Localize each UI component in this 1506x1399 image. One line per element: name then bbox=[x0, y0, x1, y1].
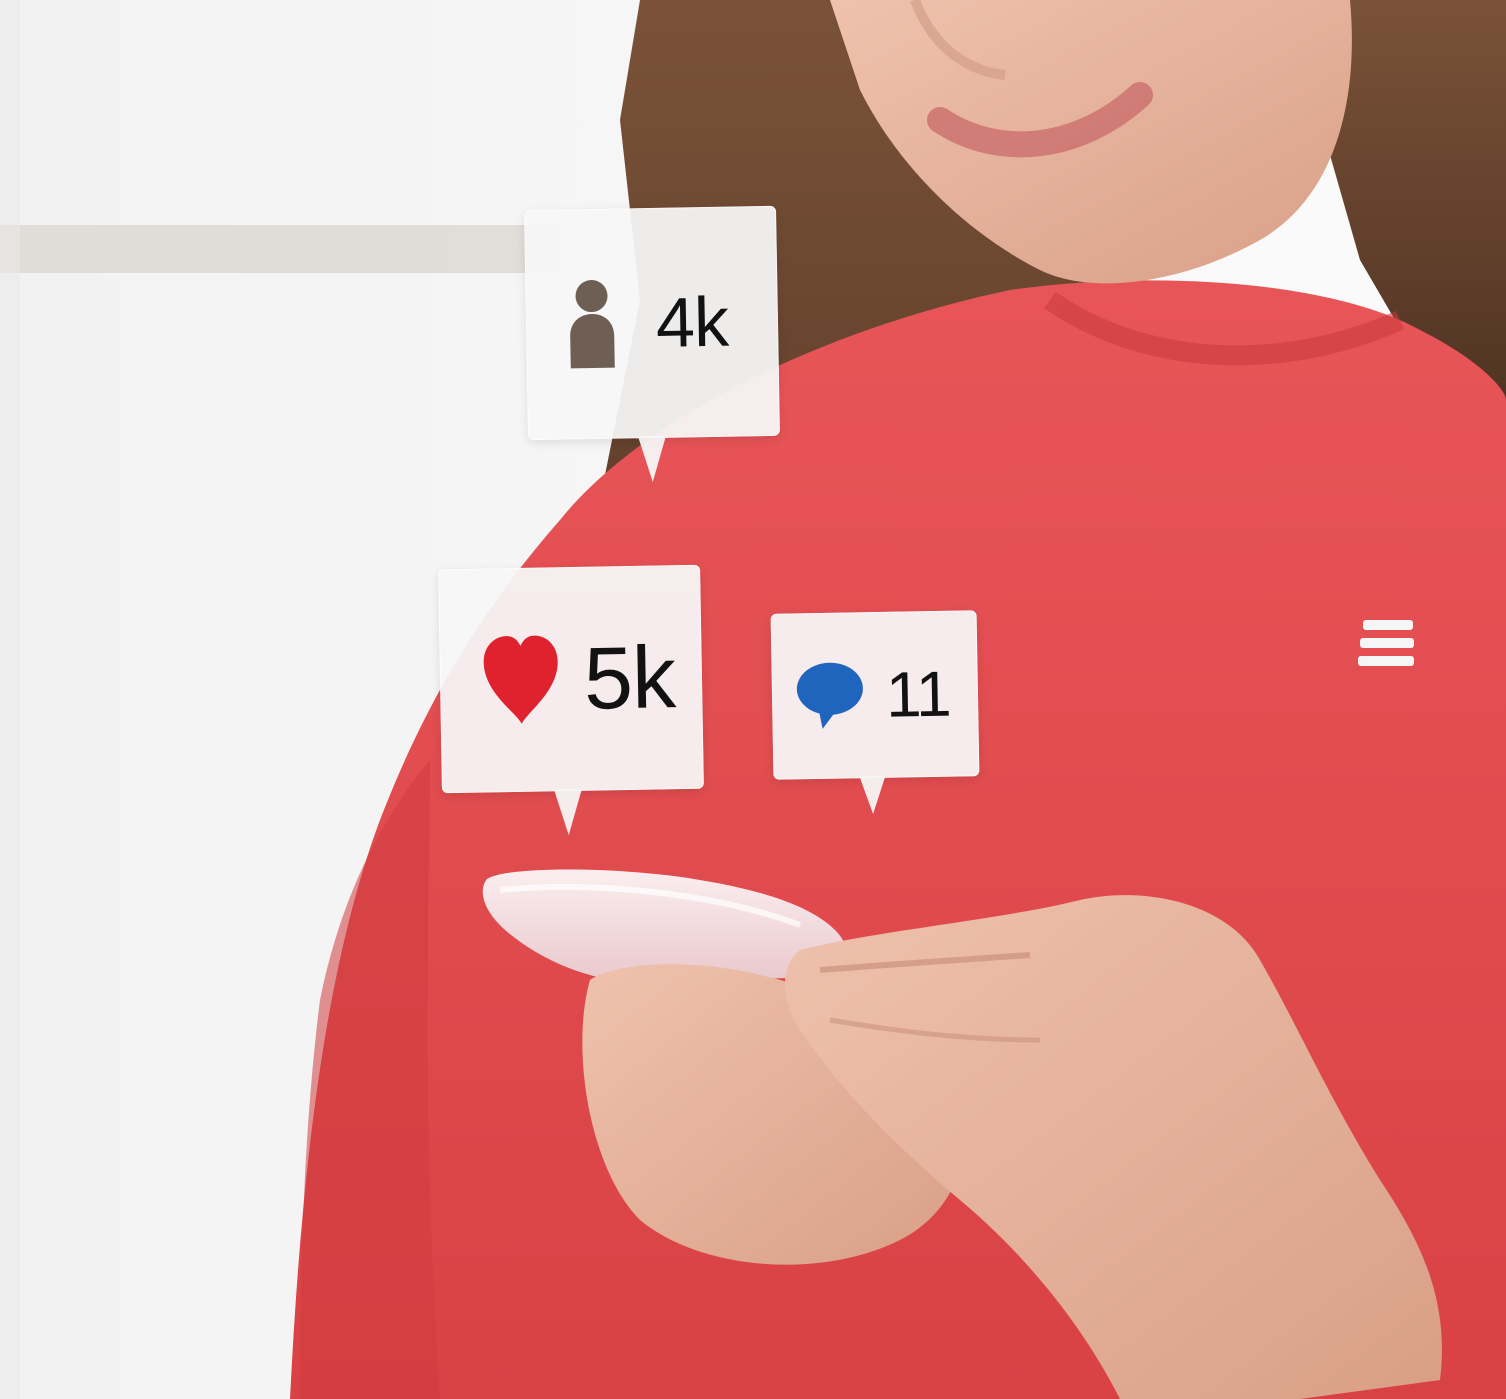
window-frame bbox=[0, 225, 560, 273]
comments-count: 11 bbox=[885, 657, 952, 731]
likes-notification: 5k bbox=[438, 564, 704, 794]
sweater-logo bbox=[1358, 620, 1414, 666]
window-edge bbox=[0, 0, 20, 1399]
followers-count: 4k bbox=[655, 282, 729, 362]
comments-notification: 11 bbox=[770, 610, 980, 780]
photo-scene: 4k 5k 11 bbox=[0, 0, 1506, 1399]
speech-bubble-icon bbox=[796, 662, 863, 729]
heart-icon bbox=[483, 635, 558, 724]
followers-notification: 4k bbox=[524, 205, 780, 441]
likes-count: 5k bbox=[583, 627, 676, 728]
person-icon bbox=[570, 280, 615, 369]
